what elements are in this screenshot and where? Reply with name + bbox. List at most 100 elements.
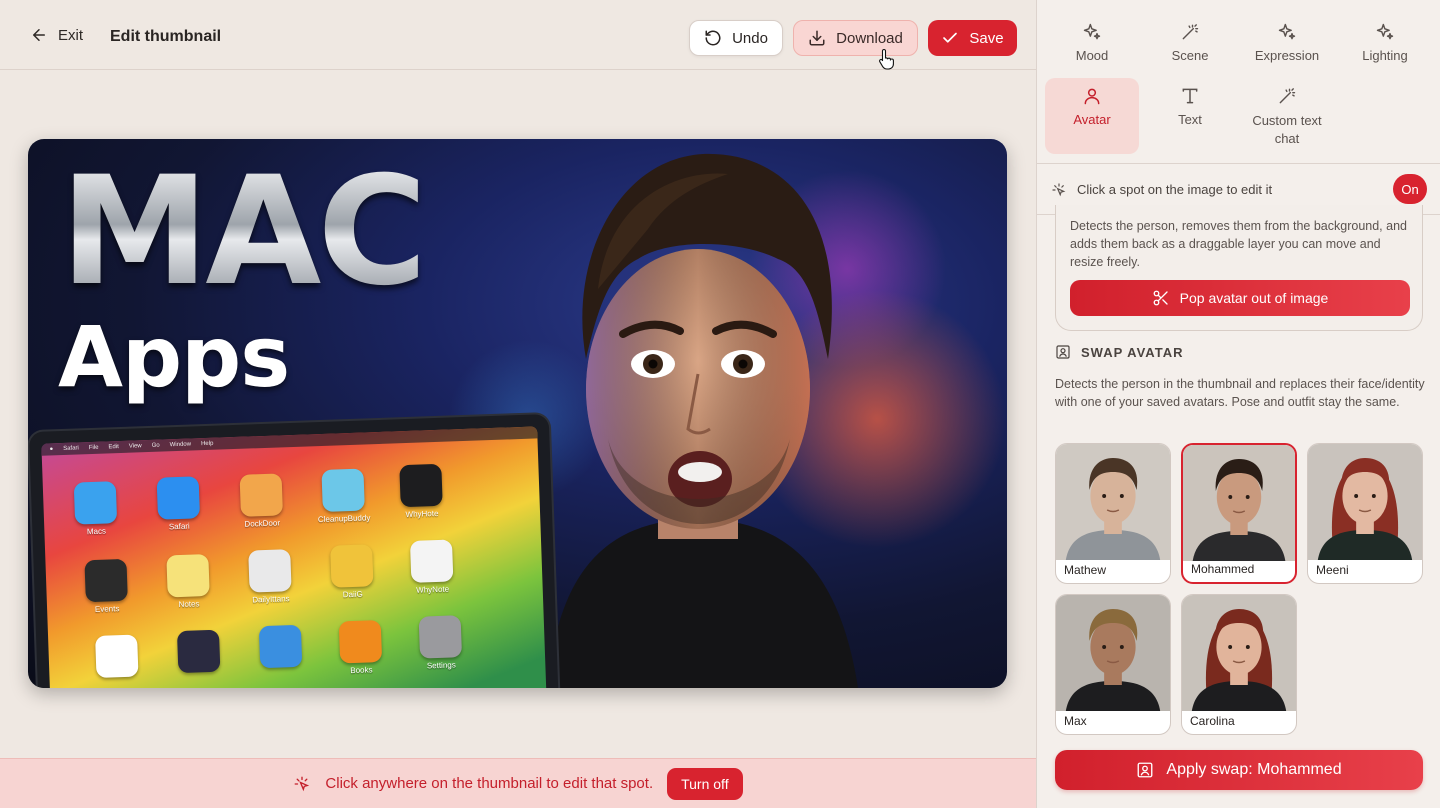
avatar-card-meeni[interactable]: Meeni (1307, 443, 1423, 584)
laptop-menu-item: File (88, 444, 99, 452)
sparkles-icon (1083, 23, 1101, 40)
download-button[interactable]: Download (793, 20, 918, 56)
desktop-app: DockDoor (226, 473, 298, 529)
editor-toolbar: Exit Edit thumbnail Undo Download Save (0, 6, 1036, 70)
avatar-card-mathew[interactable]: Mathew (1055, 443, 1171, 584)
avatar-name: Carolina (1190, 714, 1235, 728)
desktop-app-label: Safari (168, 521, 190, 532)
click-sparkle-icon (294, 776, 310, 791)
desktop-app-label: Notes (178, 599, 200, 610)
tool-label: Custom text chat (1252, 113, 1322, 146)
sparkles-icon (1376, 23, 1394, 40)
books-icon (338, 620, 383, 664)
desktop-app: Settings (405, 615, 477, 671)
desktop-app-label: Books (350, 665, 373, 676)
tool-expression[interactable]: Expression (1240, 22, 1334, 63)
avatar-photo (1183, 445, 1295, 561)
click-sparkle-icon (1052, 182, 1066, 196)
swap-avatar-heading: SWAP AVATAR (1055, 344, 1183, 360)
tool-scene[interactable]: Scene (1143, 22, 1237, 63)
desktop-app: CleanupBuddy (307, 468, 379, 524)
avatar-name: Meeni (1316, 563, 1349, 577)
desktop-app: WhyNote (396, 539, 468, 595)
undo-button[interactable]: Undo (689, 20, 783, 56)
person-icon (1084, 88, 1100, 105)
editor-workspace: Exit Edit thumbnail Undo Download Save M… (0, 0, 1036, 808)
desktop-app (163, 629, 235, 676)
desktop-app-label (83, 679, 153, 681)
laptop-menubar: ● Safari File Edit View Go Window Help (41, 426, 538, 456)
avatar-name: Mathew (1064, 563, 1107, 577)
desktop-app-label (165, 674, 235, 676)
avatar-photo (1308, 444, 1422, 560)
tool-grid: Mood Scene Expression Lighting Avatar Te… (1037, 0, 1440, 164)
save-button[interactable]: Save (928, 20, 1017, 56)
laptop-menu-item: Safari (63, 445, 79, 452)
portrait-icon (1056, 345, 1070, 359)
whyhote-icon (399, 463, 443, 508)
exit-button[interactable]: Exit (30, 26, 83, 44)
desktop-app: Events (70, 558, 142, 614)
magic-wand-icon (1279, 88, 1296, 104)
page-title: Edit thumbnail (110, 28, 222, 45)
desktop-app: Macs (60, 481, 132, 537)
desktop-app (245, 624, 317, 671)
tool-label: Expression (1254, 48, 1320, 63)
click-spot-toggle[interactable]: On (1393, 174, 1427, 204)
dockdoor-icon (239, 473, 283, 517)
exit-label: Exit (58, 26, 84, 44)
keynote-icon (258, 624, 303, 669)
play-icon (248, 549, 292, 593)
calculator-icon (84, 558, 128, 603)
turn-off-button[interactable]: Turn off (667, 767, 743, 800)
arrow-left-icon (33, 29, 45, 41)
pop-avatar-button[interactable]: Pop avatar out of image (1070, 280, 1410, 316)
avatar-photo (1056, 444, 1170, 560)
tool-mood[interactable]: Mood (1045, 22, 1139, 63)
laptop-menu-item: Go (151, 442, 160, 449)
cleanupbuddy-icon (321, 468, 365, 512)
save-label: Save (969, 29, 1004, 47)
portrait-icon (1137, 762, 1153, 778)
chart-icon (95, 634, 139, 678)
desktop-app-label: Settings (426, 660, 456, 671)
thumbnail-subheadline: Apps (58, 308, 290, 406)
desktop-app-label: CleanupBuddy (317, 513, 371, 525)
laptop-menu-item: Help (200, 440, 214, 448)
apply-swap-label: Apply swap: Mohammed (1166, 761, 1342, 778)
tool-lighting[interactable]: Lighting (1338, 22, 1432, 63)
edit-panel: Mood Scene Expression Lighting Avatar Te… (1036, 0, 1440, 808)
swap-avatar-title: SWAP AVATAR (1081, 344, 1184, 360)
thumbnail-canvas[interactable]: MAC Apps ● Safari File Edit View Go Window Help… (28, 139, 1007, 688)
desktop-app: Books (325, 620, 397, 676)
apply-swap-button[interactable]: Apply swap: Mohammed (1055, 750, 1423, 790)
swap-avatar-description: Detects the person in the thumbnail and … (1055, 377, 1425, 409)
desktop-app: Notes (152, 553, 224, 609)
tool-label: Text (1178, 112, 1202, 127)
tool-label: Mood (1075, 48, 1109, 63)
hand-pointer-cursor-icon (879, 48, 894, 70)
desktop-app (81, 634, 153, 681)
download-label: Download (836, 29, 903, 47)
settings-icon (418, 615, 463, 659)
desktop-app-label: DaiiG (342, 589, 363, 600)
tool-avatar[interactable]: Avatar (1045, 78, 1139, 154)
laptop-menu-item: Edit (108, 444, 119, 451)
tool-text[interactable]: Text (1143, 86, 1237, 127)
tool-custom-text-chat[interactable]: Custom text chat (1240, 86, 1334, 148)
desktop-app-label (246, 669, 316, 671)
avatar-card-mohammed[interactable]: Mohammed (1181, 443, 1297, 584)
desktop-app-label: WhyHote (405, 508, 439, 520)
laptop-menu-item: Window (169, 441, 192, 449)
avatar-card-max[interactable]: Max (1055, 594, 1171, 735)
safari-icon (156, 476, 201, 520)
desktop-app-label: Macs (86, 526, 107, 537)
desktop-app-label: DockDoor (244, 518, 281, 529)
avatar-card-carolina[interactable]: Carolina (1181, 594, 1297, 735)
thumbnail-headline: MAC (60, 145, 427, 319)
desktop-app: Safari (143, 476, 215, 532)
pop-avatar-description: Detects the person, removes them from th… (1070, 219, 1407, 269)
download-icon (809, 30, 825, 46)
edit-mode-bar: Click anywhere on the thumbnail to edit … (0, 758, 1036, 808)
sparkles-icon (1278, 23, 1296, 40)
